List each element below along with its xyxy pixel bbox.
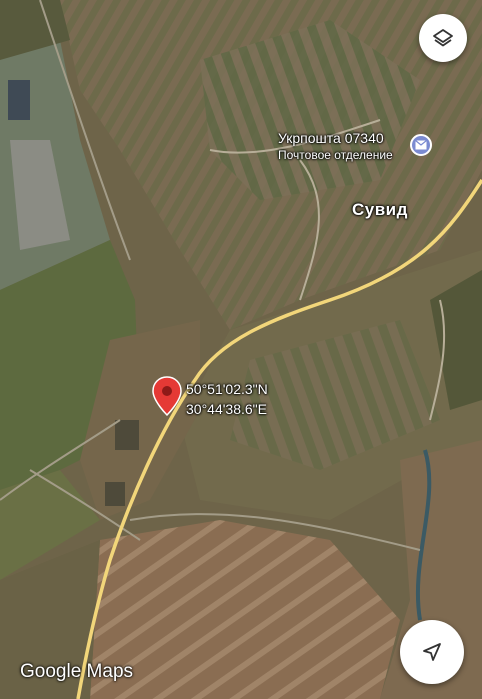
pin-longitude: 30°44'38.6"E [186,401,267,417]
navigation-arrow-icon [423,643,441,661]
place-label[interactable]: Сувид [352,200,408,220]
google-maps-logo: Google Maps [20,661,134,682]
layers-button[interactable] [419,14,467,62]
pin-latitude: 50°51'02.3"N [186,381,268,397]
poi-name[interactable]: Укрпошта 07340 [278,130,384,146]
location-pin-icon[interactable] [152,376,182,417]
layers-icon [433,29,453,47]
satellite-imagery [0,0,482,699]
navigate-button[interactable] [400,620,464,684]
poi-subtitle[interactable]: Почтовое отделение [278,148,393,162]
satellite-map[interactable]: Укрпошта 07340 Почтовое отделение Сувид … [0,0,482,699]
mail-icon[interactable] [410,134,432,156]
